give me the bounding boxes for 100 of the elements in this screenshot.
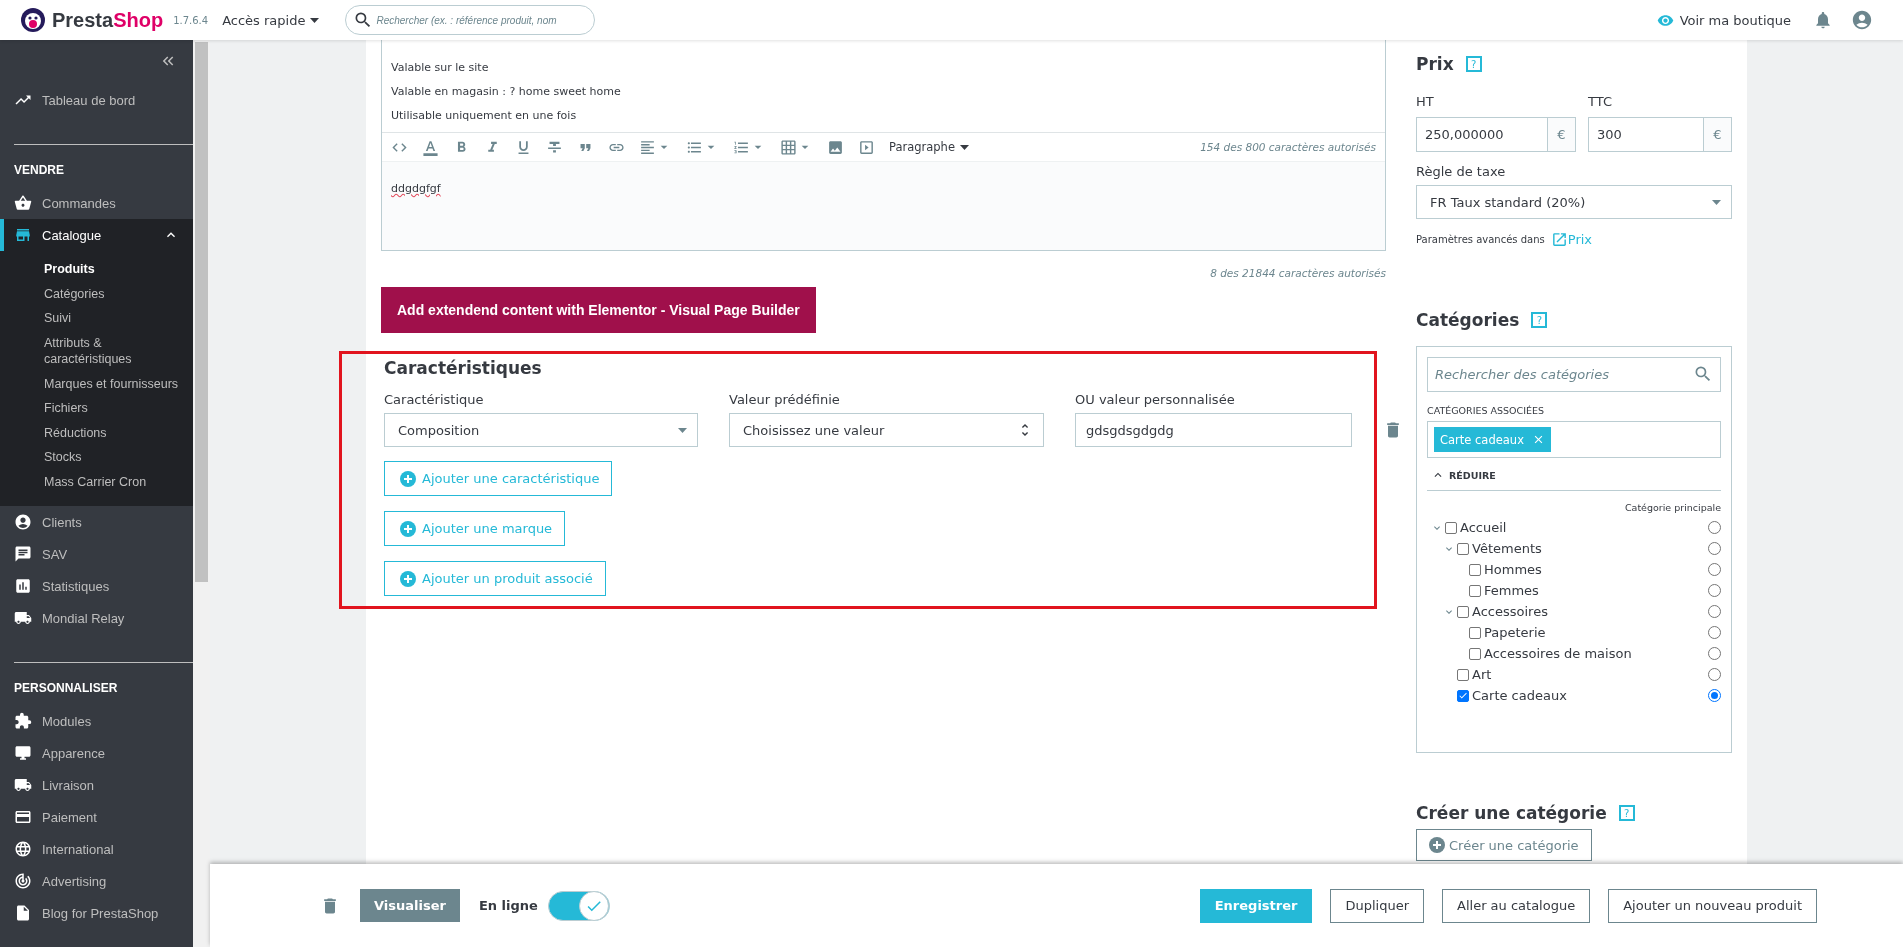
online-toggle[interactable]: [547, 890, 610, 921]
format-dropdown[interactable]: Paragraphe: [889, 140, 969, 154]
action-button[interactable]: Dupliquer: [1330, 888, 1424, 923]
price-field[interactable]: 250,000000: [1416, 117, 1548, 152]
submenu-item[interactable]: Attributs & caractéristiques: [0, 330, 193, 372]
section-title: Prix ?: [1416, 54, 1732, 74]
price-field[interactable]: 300: [1588, 117, 1704, 152]
currency-addon: €: [1548, 117, 1576, 152]
character-counter: 8 des 21844 caractères autorisés: [1210, 267, 1386, 279]
checkbox[interactable]: [1469, 584, 1481, 597]
custom-value-field[interactable]: gdsgdsgdgdg: [1075, 413, 1352, 447]
quick-access-menu[interactable]: Accès rapide: [222, 12, 320, 28]
sidebar-item[interactable]: Livraison: [0, 769, 193, 801]
video-icon[interactable]: [858, 138, 875, 156]
column-label: Catégorie principale: [1624, 502, 1721, 513]
section-title: Créer une catégorie ?: [1416, 803, 1732, 823]
checkbox[interactable]: [1469, 647, 1481, 660]
document-icon: [14, 904, 32, 922]
feature-select[interactable]: Composition: [384, 413, 698, 447]
chart-icon: [14, 577, 32, 595]
caret-icon: [310, 17, 320, 23]
sidebar-item[interactable]: Clients: [0, 506, 193, 538]
field-label: OU valeur personnalisée: [1075, 392, 1236, 407]
section-title: Catégories ?: [1416, 310, 1732, 330]
section-heading: PERSONNALISER: [13, 680, 119, 697]
submenu-item[interactable]: Suivi: [0, 306, 193, 331]
globe-icon: [14, 840, 32, 858]
category-label: Femmes: [1484, 583, 1540, 598]
sidebar-item[interactable]: SAV: [0, 538, 193, 570]
checkbox[interactable]: [1457, 542, 1469, 555]
logo-icon: [20, 7, 46, 33]
action-button[interactable]: Aller au catalogue: [1442, 888, 1591, 923]
character-counter: 154 des 800 caractères autorisés: [1200, 141, 1376, 153]
submenu-item[interactable]: Réductions: [0, 420, 193, 445]
person-icon: [14, 513, 32, 531]
store-icon: [14, 226, 32, 244]
preview-button[interactable]: Visualiser: [360, 889, 460, 922]
currency-addon: €: [1704, 117, 1732, 152]
sidebar-item[interactable]: International: [0, 833, 193, 865]
checkbox[interactable]: [1457, 689, 1469, 702]
action-button[interactable]: Ajouter un nouveau produit: [1608, 888, 1817, 923]
value-select[interactable]: Choisissez une valeur: [729, 413, 1044, 447]
search-field[interactable]: Rechercher (ex. : référence produit, nom: [345, 5, 596, 35]
submenu-item[interactable]: Marques et fournisseurs: [0, 371, 193, 396]
shop-link[interactable]: Voir ma boutique: [1656, 11, 1791, 29]
submenu-item[interactable]: Stocks: [0, 445, 193, 470]
sidebar-item[interactable]: Blog for PrestaShop: [0, 897, 193, 929]
checkbox[interactable]: [1445, 521, 1457, 534]
sidebar-item[interactable]: Mondial Relay: [0, 602, 193, 634]
category-label: Art: [1472, 667, 1493, 682]
category-label: Accessoires: [1472, 604, 1549, 619]
sidebar-item[interactable]: Tableau de bord: [0, 84, 193, 116]
field-label: TTC: [1588, 94, 1613, 109]
sidebar-item[interactable]: Paiement: [0, 801, 193, 833]
field-label: CATÉGORIES ASSOCIÉES: [1427, 405, 1545, 416]
field-label: Valeur prédéfinie: [729, 392, 841, 407]
submenu-item[interactable]: Mass Carrier Cron: [0, 469, 193, 494]
submenu-item[interactable]: Catégories: [0, 281, 193, 306]
field-label: Caractéristique: [384, 392, 485, 407]
image-icon[interactable]: [827, 138, 844, 156]
submenu-item[interactable]: Produits: [0, 257, 193, 282]
category-label: Hommes: [1484, 562, 1543, 577]
category-label: Papeterie: [1484, 625, 1547, 640]
submenu-item[interactable]: Fichiers: [0, 396, 193, 421]
sidebar-item[interactable]: Commandes: [0, 187, 193, 219]
create-category-button[interactable]: Créer une catégorie: [1416, 829, 1592, 861]
card-icon: [14, 808, 32, 826]
tax-select[interactable]: FR Taux standard (20%): [1416, 185, 1732, 219]
version-text: 1.7.6.4: [173, 14, 209, 26]
category-label: Accueil: [1460, 520, 1508, 535]
caret-icon: [1712, 199, 1721, 205]
sidebar-item[interactable]: Statistiques: [0, 570, 193, 602]
field-label: Règle de taxe: [1416, 164, 1507, 179]
plus-icon: [400, 520, 416, 537]
category-label: Accessoires de maison: [1484, 646, 1633, 661]
external-link-icon: [1550, 231, 1568, 248]
category-label: Carte cadeaux: [1472, 688, 1568, 703]
sidebar-item[interactable]: Advertising: [0, 865, 193, 897]
checkbox[interactable]: [1457, 605, 1469, 618]
checkbox[interactable]: [1469, 626, 1481, 639]
notifications-icon[interactable]: [1813, 10, 1833, 30]
plus-icon: [1429, 837, 1445, 853]
editor-line: Utilisable uniquement en une fois: [391, 108, 578, 124]
chat-icon: [14, 545, 32, 563]
elementor-button[interactable]: Add extendend content with Elementor - Visual Page Builder: [381, 287, 816, 333]
category-search-field[interactable]: Rechercher des catégories: [1427, 357, 1721, 392]
sidebar-item[interactable]: Apparence: [0, 737, 193, 769]
field-label: HT: [1416, 94, 1435, 109]
sidebar-item[interactable]: Catalogue: [0, 219, 193, 251]
section-title: Caractéristiques: [384, 358, 543, 378]
plus-icon: [400, 470, 416, 487]
sidebar-item[interactable]: Modules: [0, 705, 193, 737]
monitor-icon: [14, 744, 32, 762]
checkbox[interactable]: [1457, 668, 1469, 681]
collapse-button[interactable]: RÉDUIRE: [1427, 458, 1500, 490]
checkbox[interactable]: [1469, 563, 1481, 576]
account-icon[interactable]: [1851, 9, 1873, 31]
truck-icon: [14, 609, 32, 627]
category-label: Vêtements: [1472, 541, 1543, 556]
text-color-icon[interactable]: [422, 138, 439, 156]
